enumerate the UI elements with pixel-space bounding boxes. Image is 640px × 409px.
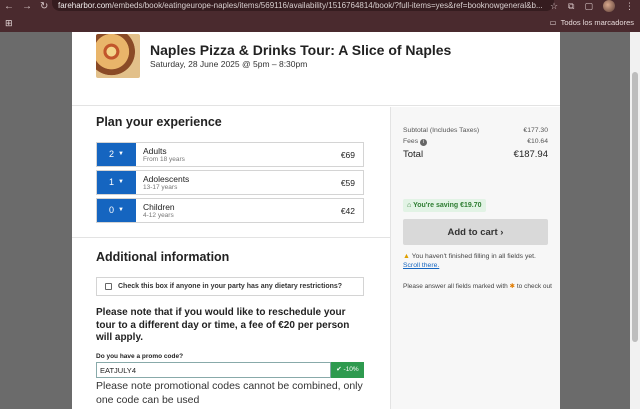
profile-avatar[interactable] bbox=[603, 0, 615, 12]
tour-datetime: Saturday, 28 June 2025 @ 5pm – 8:30pm bbox=[150, 59, 308, 69]
address-bar[interactable]: fareharbor.com/embeds/book/eatingeurope-… bbox=[52, 0, 554, 11]
chevron-down-icon: ▼ bbox=[118, 151, 124, 158]
apps-grid-icon[interactable]: ⊞ bbox=[5, 18, 13, 29]
bookmark-star-icon[interactable]: ☆ bbox=[550, 1, 558, 12]
bookmarks-folder[interactable]: ▭ Todos los marcadores bbox=[550, 18, 634, 27]
promo-discount-value: -10% bbox=[343, 366, 359, 373]
tag-icon: ⌂ bbox=[407, 202, 412, 209]
price-age-range: 13-17 years bbox=[143, 184, 178, 191]
required-asterisk-icon: ✱ bbox=[509, 283, 516, 290]
required-fields-note: Please answer all fields marked with ✱ t… bbox=[403, 282, 553, 291]
add-to-cart-button[interactable]: Add to cart › bbox=[403, 219, 548, 245]
quantity-value: 0 bbox=[109, 205, 115, 215]
info-icon[interactable]: i bbox=[420, 139, 428, 146]
chevron-down-icon: ▼ bbox=[118, 179, 124, 186]
subtotal-label: Subtotal (Includes Taxes) bbox=[403, 127, 480, 134]
order-summary: Subtotal (Includes Taxes) €177.30 Fees i… bbox=[390, 107, 560, 409]
forward-icon[interactable]: → bbox=[22, 1, 32, 12]
dietary-checkbox[interactable] bbox=[105, 283, 112, 290]
booking-panel: Naples Pizza & Drinks Tour: A Slice of N… bbox=[72, 32, 560, 409]
folder-icon: ▭ bbox=[549, 18, 557, 27]
saving-badge: ⌂ You're saving €19.70 bbox=[403, 199, 486, 212]
browser-chrome: ← → ↻ fareharbor.com/embeds/book/eatinge… bbox=[0, 0, 640, 32]
field-note-text: Please answer all fields marked with bbox=[403, 283, 508, 290]
reload-icon[interactable]: ↻ bbox=[40, 1, 48, 12]
price-name: Children bbox=[143, 202, 175, 212]
total-row: Total €187.94 bbox=[403, 149, 548, 160]
url-host: fareharbor.com bbox=[58, 1, 112, 10]
menu-icon[interactable]: ⋮ bbox=[625, 1, 634, 12]
promo-discount-badge: ✔ -10% bbox=[331, 362, 364, 378]
promo-note: Please note promotional codes cannot be … bbox=[96, 380, 363, 406]
price-age-range: 4-12 years bbox=[143, 212, 174, 219]
quantity-value: 1 bbox=[109, 177, 115, 187]
price-row-adults: 2 ▼ Adults From 18 years €69 bbox=[96, 142, 364, 167]
tour-image bbox=[96, 34, 140, 78]
subtotal-row: Subtotal (Includes Taxes) €177.30 bbox=[403, 127, 548, 134]
bookmarks-bar: ⊞ ▭ Todos los marcadores bbox=[0, 14, 640, 32]
fees-value: €10.64 bbox=[527, 138, 548, 145]
quantity-select-adults[interactable]: 2 ▼ bbox=[97, 143, 136, 166]
additional-heading: Additional information bbox=[96, 250, 230, 264]
promo-code-input[interactable] bbox=[96, 362, 331, 378]
promo-label: Do you have a promo code? bbox=[96, 353, 184, 360]
tour-title: Naples Pizza & Drinks Tour: A Slice of N… bbox=[150, 42, 452, 58]
price-value: €69 bbox=[340, 150, 355, 160]
price-name: Adolescents bbox=[143, 174, 190, 184]
price-value: €59 bbox=[340, 178, 355, 188]
tour-header: Naples Pizza & Drinks Tour: A Slice of N… bbox=[72, 32, 560, 106]
section-divider bbox=[72, 237, 390, 238]
dietary-checkbox-row[interactable]: Check this box if anyone in your party h… bbox=[96, 277, 364, 296]
browser-actions: ☆ ⧉ ▢ ⋮ bbox=[550, 0, 634, 12]
incomplete-warning: ▲ You haven't finished filling in all fi… bbox=[403, 252, 553, 270]
saving-text: You're saving €19.70 bbox=[413, 202, 482, 209]
page-backdrop: Naples Pizza & Drinks Tour: A Slice of N… bbox=[0, 32, 640, 409]
bookmarks-folder-label: Todos los marcadores bbox=[560, 18, 634, 27]
dietary-checkbox-label: Check this box if anyone in your party h… bbox=[118, 283, 343, 290]
plan-heading: Plan your experience bbox=[96, 115, 222, 129]
price-value: €42 bbox=[340, 206, 355, 216]
total-value: €187.94 bbox=[513, 149, 548, 160]
url-path: /embeds/book/eatingeurope-naples/items/5… bbox=[111, 1, 543, 10]
quantity-select-children[interactable]: 0 ▼ bbox=[97, 199, 136, 222]
fees-row: Fees i €10.64 bbox=[403, 138, 548, 146]
warning-text: You haven't finished filling in all fiel… bbox=[411, 253, 536, 260]
price-age-range: From 18 years bbox=[143, 156, 185, 163]
total-label: Total bbox=[403, 149, 424, 160]
booking-form: Plan your experience 2 ▼ Adults From 18 y… bbox=[72, 107, 390, 409]
check-circle-icon: ✔ bbox=[336, 366, 342, 373]
scroll-there-link[interactable]: Scroll there. bbox=[403, 262, 439, 269]
price-row-children: 0 ▼ Children 4-12 years €42 bbox=[96, 198, 364, 223]
warning-icon: ▲ bbox=[403, 253, 410, 260]
price-name: Adults bbox=[143, 146, 167, 156]
page-scrollbar[interactable] bbox=[630, 32, 640, 409]
chevron-down-icon: ▼ bbox=[118, 207, 124, 214]
scrollbar-thumb[interactable] bbox=[632, 72, 638, 342]
extensions-icon[interactable]: ⧉ bbox=[568, 1, 574, 12]
reschedule-notice: Please note that if you would like to re… bbox=[96, 307, 350, 343]
field-note-text-end: to check out bbox=[516, 283, 552, 290]
subtotal-value: €177.30 bbox=[523, 127, 548, 134]
tab-search-icon[interactable]: ▢ bbox=[584, 1, 593, 12]
price-row-adolescents: 1 ▼ Adolescents 13-17 years €59 bbox=[96, 170, 364, 195]
quantity-select-adolescents[interactable]: 1 ▼ bbox=[97, 171, 136, 194]
quantity-value: 2 bbox=[109, 149, 115, 159]
back-icon[interactable]: ← bbox=[4, 1, 14, 12]
fees-label: Fees bbox=[403, 138, 419, 145]
nav-buttons: ← → ↻ bbox=[4, 0, 48, 12]
